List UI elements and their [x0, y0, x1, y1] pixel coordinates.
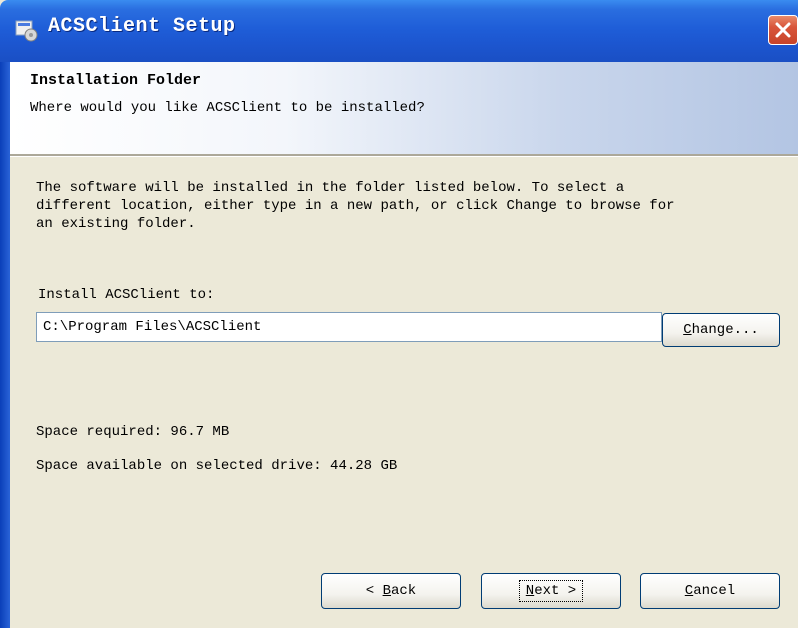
dialog-content: The software will be installed in the fo… [10, 157, 798, 628]
window-left-border [0, 62, 10, 628]
title-bar[interactable]: ACSClient Setup [0, 0, 798, 62]
installer-icon [14, 17, 40, 43]
banner-title: Installation Folder [30, 72, 202, 89]
banner-subtitle: Where would you like ACSClient to be ins… [30, 100, 425, 116]
back-button[interactable]: < Back [321, 573, 461, 609]
window-title: ACSClient Setup [48, 15, 236, 38]
close-icon [775, 22, 791, 38]
install-path-label: Install ACSClient to: [38, 287, 215, 303]
next-button-label: Next > [518, 580, 584, 602]
change-button-label: Change... [683, 322, 759, 338]
close-button[interactable] [768, 15, 798, 45]
space-required-text: Space required: 96.7 MB [36, 424, 230, 440]
back-button-label: < Back [365, 583, 417, 599]
header-banner: Installation Folder Where would you like… [10, 62, 798, 154]
setup-window: ACSClient Setup Installation Folder Wher… [0, 0, 798, 628]
next-button[interactable]: Next > [481, 573, 621, 609]
install-path-input[interactable] [36, 312, 662, 342]
change-button[interactable]: Change... [662, 313, 780, 347]
description-text: The software will be installed in the fo… [36, 180, 675, 232]
space-available-text: Space available on selected drive: 44.28… [36, 458, 398, 474]
cancel-button[interactable]: Cancel [640, 573, 780, 609]
cancel-button-label: Cancel [684, 583, 736, 599]
